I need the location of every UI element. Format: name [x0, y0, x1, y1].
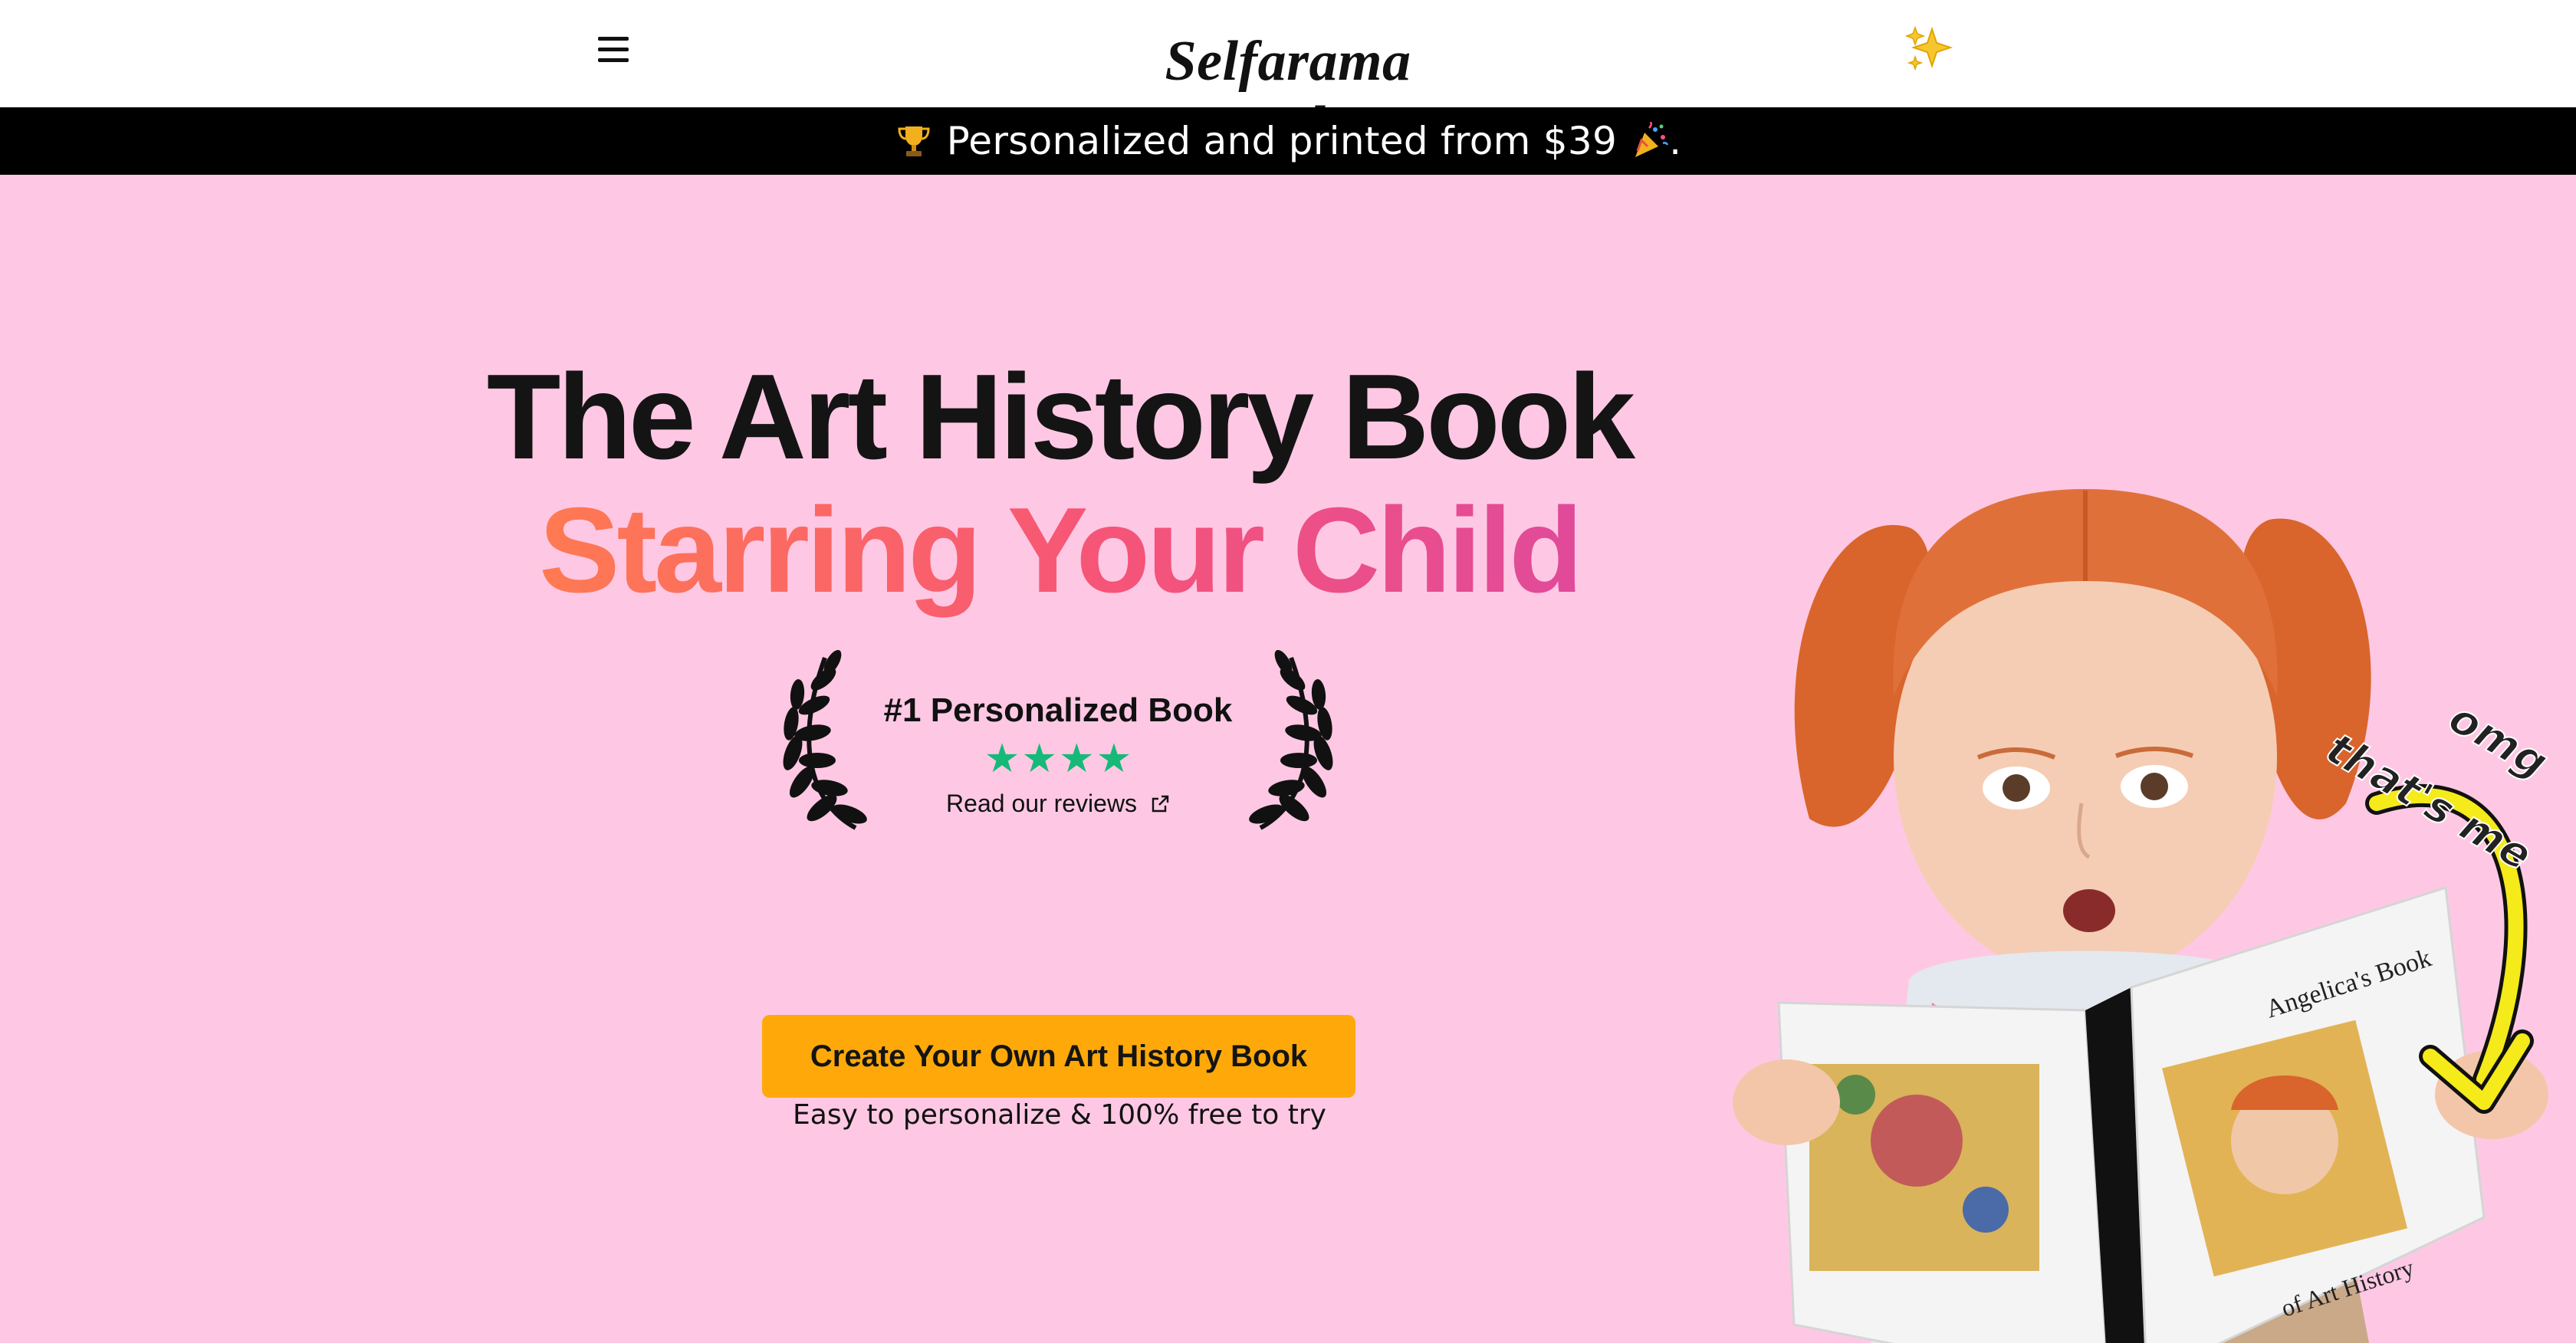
menu-button[interactable]: [598, 37, 632, 67]
hamburger-menu-icon-bar: [598, 48, 629, 51]
hero-section: The Art History Book Starring Your Child…: [0, 175, 2576, 1343]
hero-subtitle-text: Starring Your Child: [539, 483, 1583, 618]
child-reading-book-image: Angelica's Book of Art History omg that'…: [1733, 489, 2557, 1343]
external-link-icon: [1152, 795, 1169, 813]
hamburger-menu-icon: [598, 37, 629, 41]
party-popper-icon: [1635, 122, 1669, 157]
promo-banner: Personalized and printed from $39 .: [0, 107, 2576, 175]
star-icon: ★: [1021, 737, 1057, 781]
site-header: Selfarama Books: [0, 0, 2576, 158]
star-icon: ★: [1059, 737, 1095, 781]
laurel-right-icon: [1249, 650, 1333, 830]
star-icon: ★: [1096, 737, 1132, 781]
read-reviews-label: Read our reviews: [946, 790, 1138, 817]
sparkles-button[interactable]: [1903, 23, 1957, 77]
promo-banner-suffix: .: [1669, 119, 1682, 163]
trophy-icon: [898, 126, 930, 156]
award-badge: #1 Personalized Book ★★★★ Read our revie…: [774, 650, 1342, 842]
hamburger-menu-icon-bar: [598, 58, 629, 62]
star-icon: ★: [984, 737, 1020, 781]
sparkles-icon: [1904, 25, 1953, 71]
promo-banner-text: Personalized and printed from $39: [946, 119, 1618, 163]
create-book-button[interactable]: Create Your Own Art History Book: [762, 1015, 1355, 1098]
sticker-text-line1: omg: [2440, 693, 2556, 789]
